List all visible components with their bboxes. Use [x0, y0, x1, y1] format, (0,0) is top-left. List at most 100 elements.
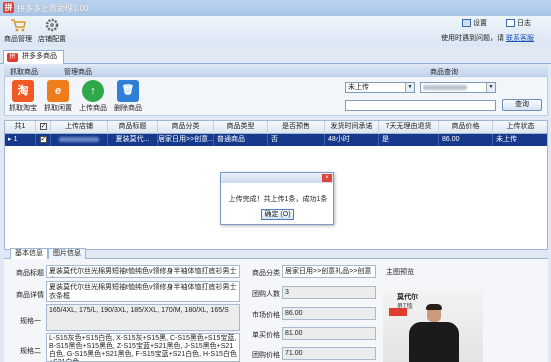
close-icon[interactable]: × [322, 174, 332, 182]
market-price-field[interactable]: 86.00 [282, 307, 376, 320]
tab-image-info[interactable]: 图片信息 [48, 248, 86, 259]
log-icon [506, 19, 515, 28]
row-index: ▸ 1 [5, 134, 36, 146]
app-logo-icon: 拼 [3, 2, 14, 13]
grab-taobao-label: 抓取淘宝 [9, 105, 37, 112]
single-price-field[interactable]: 81.00 [282, 327, 376, 340]
col-price: 商品价格 [439, 121, 493, 134]
col-ship-time: 发货时间承诺 [325, 121, 379, 134]
settings-icon [462, 19, 471, 28]
tab-pdd-products[interactable]: 拼 拼多多商品 [3, 50, 64, 64]
dialog-message: 上传完成！共上传1条，成功1条 [228, 196, 328, 203]
row-category: 居家日用>>创意... [158, 134, 214, 146]
table-row[interactable]: ▸ 1 夏装莫代... 居家日用>>创意... 普通商品 否 48小时 是 86… [5, 134, 547, 146]
title-label: 商品标题 [16, 270, 44, 277]
product-manage-label: 商品管理 [4, 36, 32, 43]
row-price: 86.00 [439, 134, 493, 146]
spec1-field[interactable]: 165/4XL, 175/L, 190/3XL, 185/XXL, 170/M,… [46, 304, 240, 331]
row-checkbox[interactable] [39, 134, 47, 145]
grab-idle-label: 抓取闲置 [44, 105, 72, 112]
row-title: 夏装莫代... [108, 134, 158, 146]
row-return: 是 [379, 134, 439, 146]
row-type: 普通商品 [214, 134, 268, 146]
contact-support-link[interactable]: 联系客服 [506, 35, 534, 42]
main-pic-label: 主图预览 [386, 269, 414, 276]
search-input[interactable] [345, 100, 496, 111]
window-title: 拼多多上货助理1.00 [17, 4, 89, 13]
desc-label: 商品详情 [16, 292, 44, 299]
upload-product-button[interactable]: ↑ 上传商品 [76, 80, 110, 113]
category-field[interactable]: 居家日用>>创意礼品>>创意 [282, 265, 376, 278]
group-size-field[interactable]: 3 [282, 286, 376, 299]
col-presale: 是否预售 [268, 121, 325, 134]
chevron-down-icon: ▼ [486, 83, 495, 92]
spec2-field[interactable]: L-S15灰色+S15白色, X-S15灰+S15黑, C-S15黑色+S15宝… [46, 333, 240, 362]
col-category: 商品分类 [158, 121, 214, 134]
help-line: 使用时遇到问题，请 联系客服 [441, 33, 534, 43]
upload-product-label: 上传商品 [79, 105, 107, 112]
delete-product-button[interactable]: 🗑 删除商品 [111, 80, 145, 113]
desc-field[interactable]: 夏装莫代尔丝光棉男短袖t恤纯色v领修身半袖体恤打底衫男士衣条框 [46, 281, 240, 302]
tab-basic-info[interactable]: 基本信息 [10, 248, 48, 259]
tshirt-shape [409, 322, 459, 362]
trash-icon: 🗑 [117, 80, 139, 102]
taobao-icon: 淘 [12, 80, 34, 102]
log-button[interactable]: 日志 [506, 18, 531, 28]
brand-subtext: 男T恤 [397, 304, 413, 310]
single-price-label: 单买价格 [252, 332, 280, 339]
col-select-all[interactable] [36, 121, 51, 134]
store-select-value-redacted [423, 84, 467, 90]
status-select-value: 未上传 [348, 84, 369, 91]
upload-icon: ↑ [82, 80, 104, 102]
row-checkbox-cell[interactable] [36, 134, 51, 146]
pdd-logo-icon: 拼 [7, 53, 18, 62]
action-panel: 淘 抓取淘宝 e 抓取闲置 ↑ 上传商品 🗑 删除商品 未上传 ▼ ▼ 查询 [4, 76, 548, 116]
model-hair [426, 304, 442, 310]
grab-idle-button[interactable]: e 抓取闲置 [41, 80, 75, 113]
dialog-titlebar: × [221, 173, 333, 183]
category-label: 商品分类 [252, 270, 280, 277]
group-price-field[interactable]: 71.00 [282, 347, 376, 360]
grid-header: 共1 上传店铺 商品标题 商品分类 商品类型 是否预售 发货时间承诺 7天无理由… [5, 121, 547, 134]
col-status: 上传状态 [493, 121, 547, 134]
status-select[interactable]: 未上传 ▼ [345, 82, 415, 93]
delete-product-label: 删除商品 [114, 105, 142, 112]
store-name-redacted [59, 136, 99, 142]
section-header: 抓取商品 管理商品 商品查询 [4, 66, 548, 76]
store-config-button[interactable]: 店铺配置 [38, 17, 66, 44]
product-manage-button[interactable]: 商品管理 [4, 17, 32, 44]
query-button[interactable]: 查询 [502, 99, 542, 111]
document-tabs: 拼 拼多多商品 [0, 48, 551, 64]
main-image-preview: 莫代尔 男T恤 [383, 290, 483, 362]
help-text: 使用时遇到问题，请 [441, 35, 504, 42]
settings-button[interactable]: 设置 [462, 18, 487, 28]
col-return: 7天无理由退货 [379, 121, 439, 134]
group-price-label: 团购价格 [252, 352, 280, 359]
cart-icon [11, 19, 26, 32]
col-type: 商品类型 [214, 121, 268, 134]
grab-taobao-button[interactable]: 淘 抓取淘宝 [6, 80, 40, 113]
store-select[interactable]: ▼ [420, 82, 496, 93]
spec2-label: 规格二 [20, 348, 41, 355]
market-price-label: 市场价格 [252, 312, 280, 319]
col-title: 商品标题 [108, 121, 158, 134]
settings-label: 设置 [472, 20, 487, 27]
chevron-down-icon: ▼ [405, 83, 414, 92]
detail-tabs: 基本信息 图片信息 [4, 248, 548, 259]
title-bar: 拼 拼多多上货助理1.00 [0, 0, 551, 16]
group-size-label: 团购人数 [252, 291, 280, 298]
main-toolbar: 商品管理 店铺配置 设置 日志 使用时遇到问题，请 联系客服 [0, 16, 551, 46]
store-config-label: 店铺配置 [38, 36, 66, 43]
spec1-label: 规格一 [20, 318, 41, 325]
idle-icon: e [47, 80, 69, 102]
col-count: 共1 [5, 121, 36, 134]
gear-icon [45, 18, 59, 32]
col-store: 上传店铺 [51, 121, 108, 134]
row-status: 未上传 [493, 134, 547, 146]
tab-label: 拼多多商品 [22, 53, 57, 60]
ok-button[interactable]: 确定 (O) [261, 209, 294, 220]
title-field[interactable]: 夏装莫代尔丝光棉男短袖t恤纯色v领修身半袖体恤打底衫男士衣 [46, 265, 240, 278]
log-label: 日志 [516, 20, 531, 27]
row-store [51, 134, 108, 146]
select-all-checkbox[interactable] [39, 121, 47, 133]
